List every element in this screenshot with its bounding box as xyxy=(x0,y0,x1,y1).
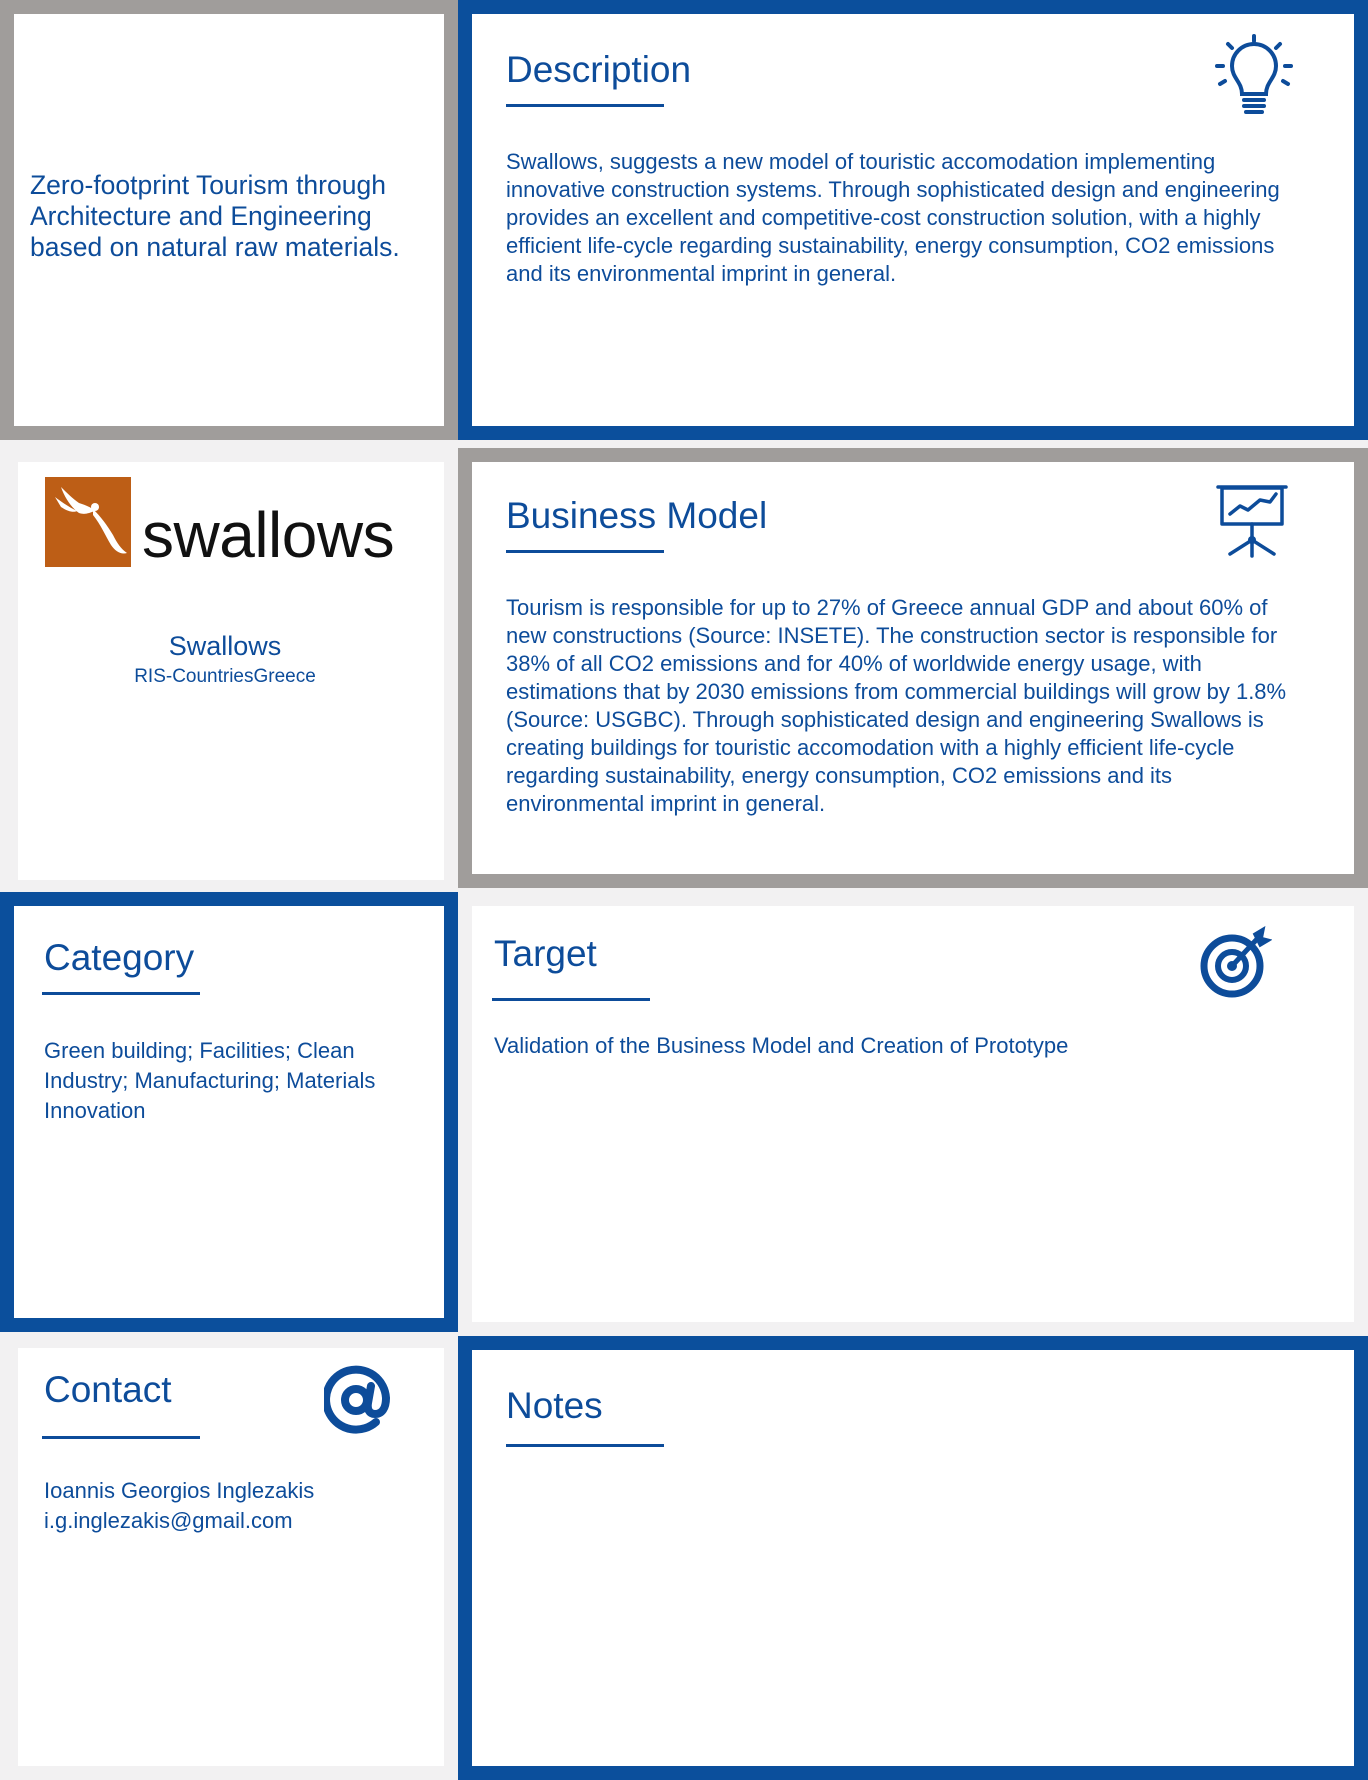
contact-name: Ioannis Georgios Inglezakis xyxy=(44,1478,315,1503)
company-subtitle: RIS-CountriesGreece xyxy=(134,666,316,687)
description-card: Description Swallows, suggests a new mod… xyxy=(458,0,1368,440)
target-underline xyxy=(492,998,650,1001)
at-sign-icon xyxy=(324,1365,390,1434)
target-card: Target Validation of the Business Model … xyxy=(472,906,1354,1322)
swallows-logo xyxy=(45,477,131,567)
target-text: Validation of the Business Model and Cre… xyxy=(494,1033,1069,1058)
contact-card: Contact Ioannis Georgios Inglezakis i.g.… xyxy=(18,1348,444,1766)
contact-email[interactable]: i.g.inglezakis@gmail.com xyxy=(44,1506,424,1536)
business-model-text: Tourism is responsible for up to 27% of … xyxy=(506,595,1287,816)
category-underline xyxy=(42,992,200,995)
lightbulb-icon xyxy=(1215,34,1293,114)
notes-title: Notes xyxy=(506,1385,603,1426)
target-title: Target xyxy=(494,933,597,974)
contact-underline xyxy=(42,1436,200,1439)
notes-underline xyxy=(506,1444,664,1447)
notes-card: Notes xyxy=(458,1336,1368,1780)
business-model-underline xyxy=(506,550,664,553)
tagline: Zero-footprint Tourism through Architect… xyxy=(30,170,400,262)
business-model-title: Business Model xyxy=(506,495,768,536)
description-underline xyxy=(506,104,664,107)
company-name: Swallows xyxy=(168,631,282,661)
category-title: Category xyxy=(44,937,195,978)
presentation-chart-icon xyxy=(1216,485,1288,558)
bird-icon xyxy=(55,487,127,554)
category-card: Category Green building; Facilities; Cle… xyxy=(0,892,458,1332)
business-model-card: Business Model Tourism is responsible fo… xyxy=(458,448,1368,888)
category-text: Green building; Facilities; Clean Indust… xyxy=(44,1038,376,1123)
logo-wordmark: swallows xyxy=(142,499,395,571)
contact-title: Contact xyxy=(44,1369,172,1410)
description-title: Description xyxy=(506,49,692,90)
contact-details: Ioannis Georgios Inglezakis i.g.inglezak… xyxy=(44,1476,424,1536)
description-text: Swallows, suggests a new model of touris… xyxy=(506,149,1280,286)
target-icon xyxy=(1200,926,1272,998)
intro-card: Zero-footprint Tourism through Architect… xyxy=(0,0,458,440)
